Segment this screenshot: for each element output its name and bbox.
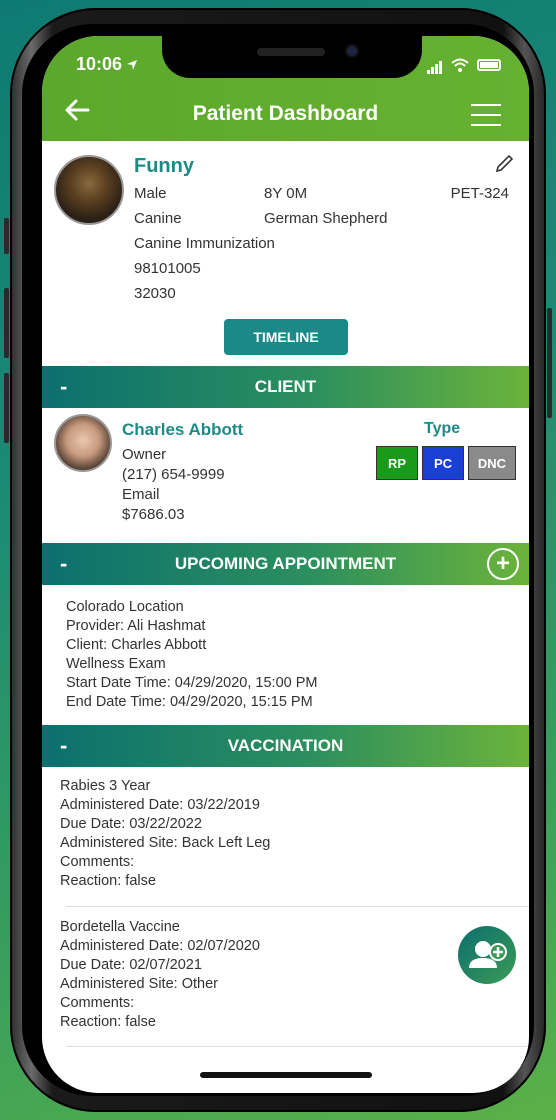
vaccination-section-title: VACCINATION — [227, 736, 344, 755]
client-card: Charles Abbott Owner (217) 654-9999 Emai… — [42, 408, 529, 543]
status-time: 10:06 — [76, 54, 138, 75]
battery-icon — [477, 59, 501, 71]
timeline-button[interactable]: TIMELINE — [224, 319, 348, 355]
app-screen: 10:06 Patient Dashboard Funny Male 8Y 0M… — [42, 36, 529, 1093]
client-role: Owner — [122, 446, 167, 463]
vaccination-section-header[interactable]: - VACCINATION — [42, 725, 529, 767]
pet-id: PET-324 — [450, 185, 509, 202]
vaccine-due-date: Due Date: 02/07/2021 — [60, 957, 202, 973]
vaccine-name: Bordetella Vaccine — [60, 919, 180, 935]
divider — [66, 906, 529, 907]
power-button — [547, 308, 552, 418]
signal-icon — [427, 56, 443, 74]
client-name[interactable]: Charles Abbott — [122, 420, 243, 440]
pet-breed: German Shepherd — [264, 210, 388, 227]
client-phone[interactable]: (217) 654-9999 — [122, 466, 225, 483]
vaccine-administered-date: Administered Date: 03/22/2019 — [60, 797, 260, 813]
pet-species: Canine — [134, 210, 182, 227]
vaccine-comments: Comments: — [60, 854, 135, 870]
list-item[interactable]: Rabies 3 Year Administered Date: 03/22/2… — [60, 777, 270, 891]
tag-dnc[interactable]: DNC — [468, 446, 516, 480]
client-email[interactable]: Email — [122, 486, 160, 503]
pet-sex: Male — [134, 185, 167, 202]
pet-avatar — [54, 155, 124, 225]
tag-rp[interactable]: RP — [376, 446, 418, 480]
appointment-type: Wellness Exam — [66, 656, 166, 672]
volume-up-button — [4, 288, 9, 358]
add-user-icon[interactable] — [458, 926, 516, 984]
client-balance: $7686.03 — [122, 506, 185, 523]
vaccine-site: Administered Site: Back Left Leg — [60, 835, 271, 851]
client-section-title: CLIENT — [254, 377, 317, 396]
pet-number-2: 32030 — [134, 285, 176, 302]
client-section-header[interactable]: - CLIENT — [42, 366, 529, 408]
list-item[interactable]: Bordetella Vaccine Administered Date: 02… — [60, 918, 260, 1032]
appointment-client: Client: Charles Abbott — [66, 637, 207, 653]
vaccine-name: Rabies 3 Year — [60, 778, 151, 794]
appointment-provider: Provider: Ali Hashmat — [66, 618, 206, 634]
vaccine-reaction: Reaction: false — [60, 873, 156, 889]
wifi-icon — [451, 58, 469, 72]
tag-pc[interactable]: PC — [422, 446, 464, 480]
pencil-icon[interactable] — [493, 153, 515, 181]
pet-age: 8Y 0M — [264, 185, 308, 202]
status-indicators — [427, 56, 501, 74]
speaker — [257, 48, 325, 56]
volume-down-button — [4, 373, 9, 443]
add-appointment-icon[interactable]: + — [487, 548, 519, 580]
appointment-section-title: UPCOMING APPOINTMENT — [174, 554, 397, 573]
pet-number-1: 98101005 — [134, 260, 201, 277]
appointment-end: End Date Time: 04/29/2020, 15:15 PM — [66, 694, 313, 710]
appointment-start: Start Date Time: 04/29/2020, 15:00 PM — [66, 675, 318, 691]
hamburger-menu-icon[interactable] — [471, 104, 501, 126]
mute-switch — [4, 218, 9, 254]
page-title: Patient Dashboard — [192, 102, 379, 125]
vaccine-due-date: Due Date: 03/22/2022 — [60, 816, 202, 832]
status-time-text: 10:06 — [76, 54, 123, 74]
client-avatar — [54, 414, 112, 472]
vaccine-site: Administered Site: Other — [60, 976, 218, 992]
patient-card: Funny Male 8Y 0M PET-324 Canine German S… — [42, 141, 529, 363]
pet-name[interactable]: Funny — [134, 155, 194, 178]
vaccine-comments: Comments: — [60, 995, 135, 1011]
pet-plan: Canine Immunization — [134, 235, 275, 252]
divider — [66, 1046, 529, 1047]
front-camera — [345, 44, 359, 58]
vaccine-administered-date: Administered Date: 02/07/2020 — [60, 938, 260, 954]
appointment-details[interactable]: Colorado Location Provider: Ali Hashmat … — [66, 598, 317, 712]
home-indicator[interactable] — [200, 1072, 372, 1078]
type-label: Type — [424, 420, 461, 437]
appointment-location: Colorado Location — [66, 599, 184, 615]
vaccine-reaction: Reaction: false — [60, 1014, 156, 1030]
appointment-section-header[interactable]: - UPCOMING APPOINTMENT + — [42, 543, 529, 585]
location-arrow-icon — [127, 59, 138, 70]
notch — [162, 36, 422, 78]
